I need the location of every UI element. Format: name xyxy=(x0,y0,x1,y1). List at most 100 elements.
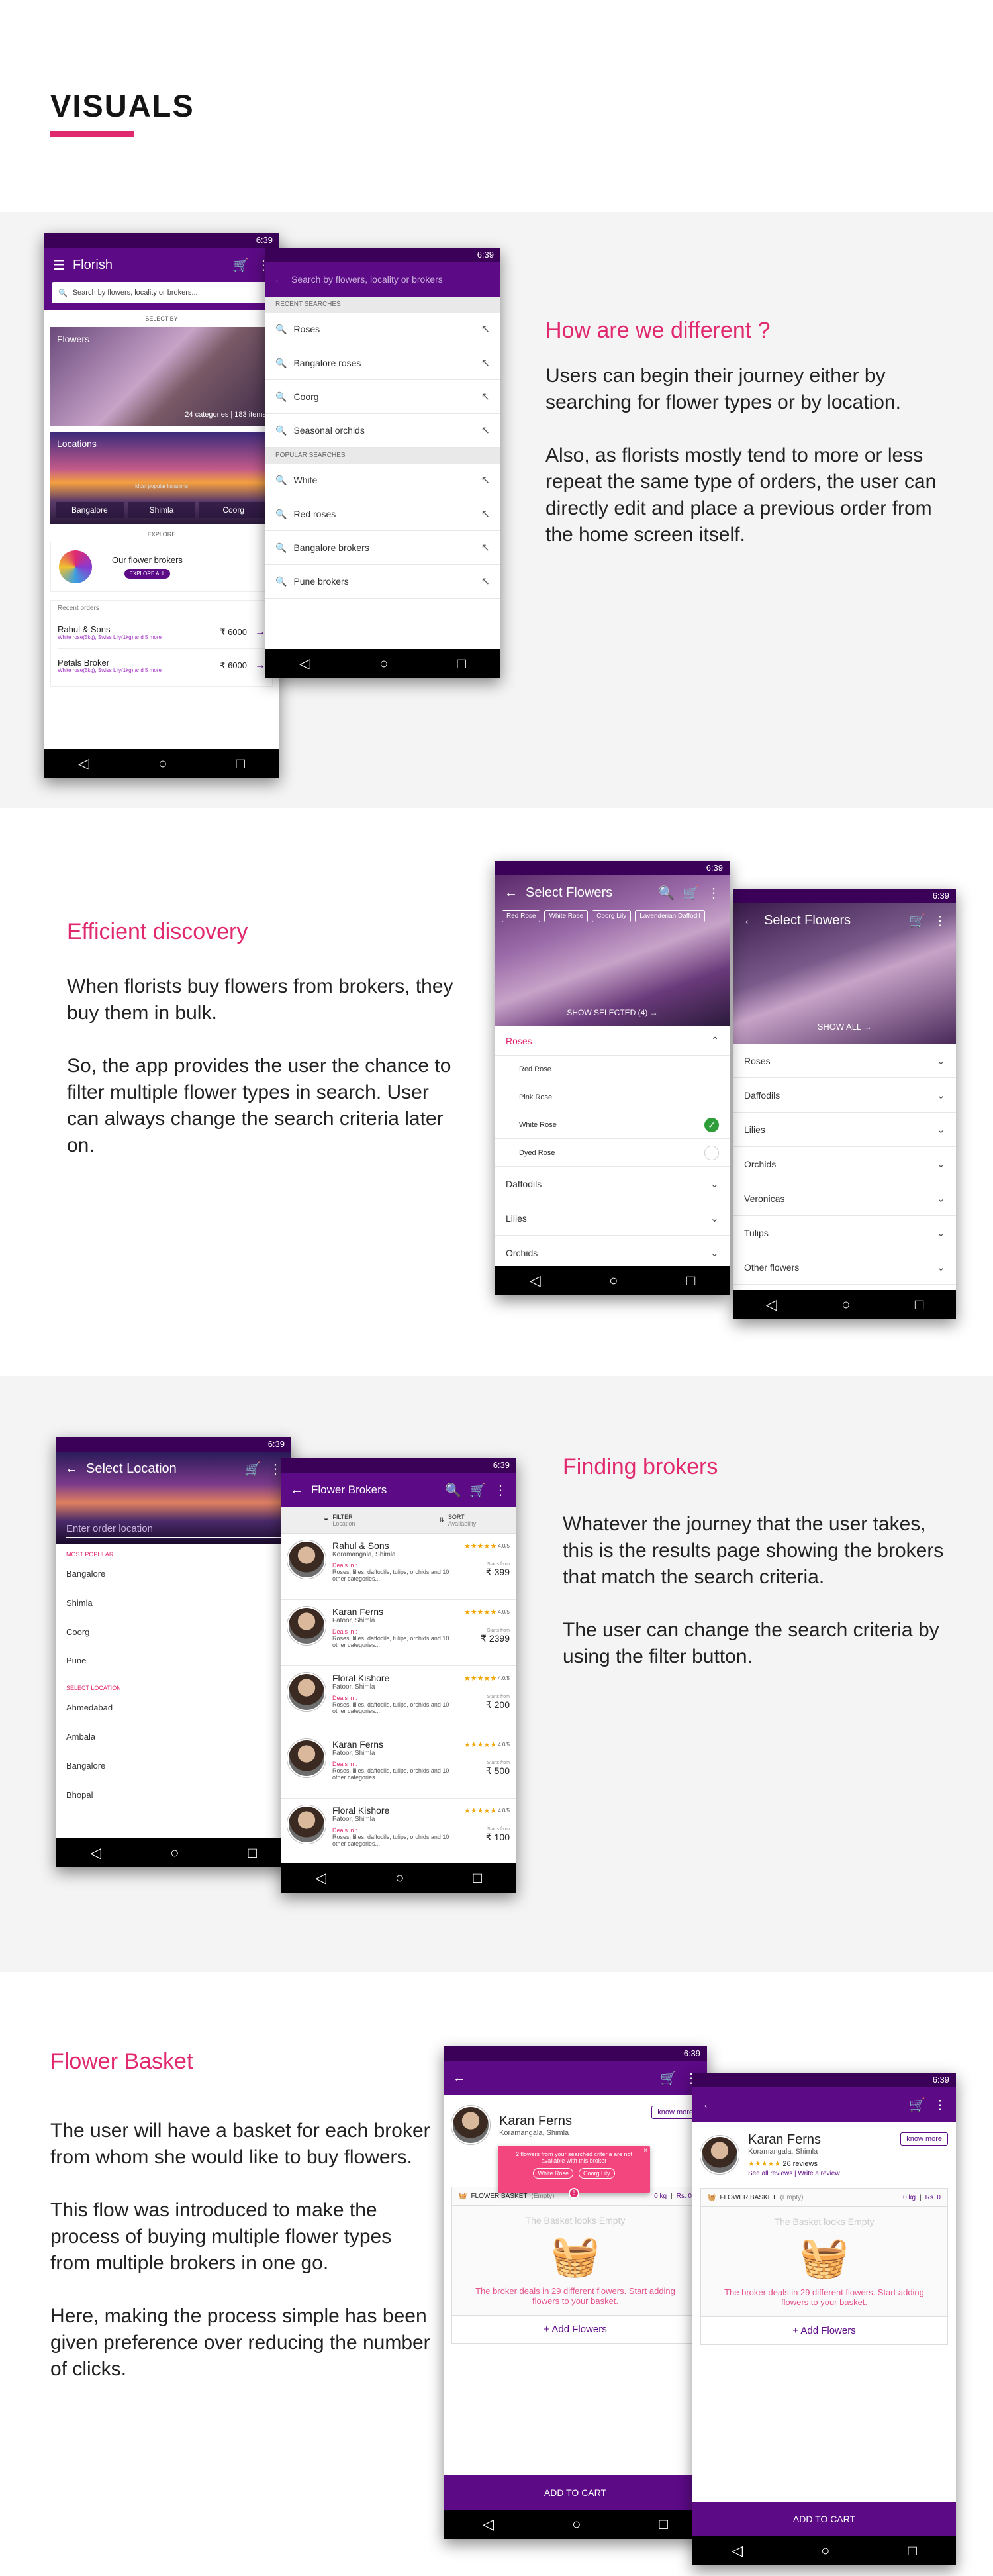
recents-nav-icon[interactable]: □ xyxy=(457,655,466,672)
broker-row[interactable]: Karan Ferns ★★★★★ 4.0/5 Fatoor, Shimla Deals… xyxy=(281,1732,516,1799)
search-item[interactable]: 🔍 White ↖ xyxy=(265,464,500,497)
back-arrow-icon[interactable]: ← xyxy=(743,913,756,928)
arrow-up-left-icon[interactable]: ↖ xyxy=(481,356,490,370)
back-arrow-icon[interactable]: ← xyxy=(702,2097,715,2112)
back-arrow-icon[interactable]: ← xyxy=(65,1461,78,1477)
arrow-right-icon[interactable]: → xyxy=(255,660,265,671)
flower-group-row[interactable]: Roses ⌄ xyxy=(733,1044,956,1078)
flowers-card[interactable]: Flowers 24 categories | 183 items xyxy=(50,327,273,426)
broker-row[interactable]: Rahul & Sons ★★★★★ 4.0/5 Koramangala, Shiml… xyxy=(281,1534,516,1600)
location-item[interactable]: Pune xyxy=(56,1646,291,1675)
arrow-up-left-icon[interactable]: ↖ xyxy=(481,390,490,403)
cart-icon[interactable]: 🛒 xyxy=(469,1482,486,1499)
broker-row[interactable]: Floral Kishore ★★★★★ 4.0/5 Fatoor, Shimla De… xyxy=(281,1666,516,1732)
more-icon[interactable]: ⋮ xyxy=(494,1482,507,1499)
know-more-button[interactable]: know more xyxy=(900,2132,948,2146)
home-nav-icon[interactable]: ○ xyxy=(609,1272,618,1289)
arrow-up-left-icon[interactable]: ↖ xyxy=(481,322,490,336)
search-icon[interactable]: 🔍 xyxy=(658,885,675,901)
flower-option[interactable]: Pink Rose xyxy=(495,1083,730,1111)
more-icon[interactable]: ⋮ xyxy=(269,1461,282,1477)
add-flowers-button[interactable]: + Add Flowers xyxy=(452,2315,698,2343)
home-nav-icon[interactable]: ○ xyxy=(170,1844,179,1861)
flower-group-row[interactable]: Veronicas ⌄ xyxy=(733,1181,956,1216)
back-nav-icon[interactable]: ◁ xyxy=(315,1869,326,1887)
arrow-up-left-icon[interactable]: ↖ xyxy=(481,575,490,588)
arrow-up-left-icon[interactable]: ↖ xyxy=(481,473,490,487)
location-item[interactable]: Coorg xyxy=(56,1617,291,1646)
order-row[interactable]: Petals Broker White rose(5kg), Swiss Lily… xyxy=(58,649,265,682)
home-nav-icon[interactable]: ○ xyxy=(395,1869,404,1887)
location-item[interactable]: Bangalore xyxy=(56,1559,291,1588)
search-field[interactable]: Search by flowers, locality or brokers xyxy=(291,274,491,285)
back-nav-icon[interactable]: ◁ xyxy=(530,1272,541,1289)
popup-chip[interactable]: White Rose xyxy=(533,2168,573,2179)
search-input[interactable]: 🔍 Search by flowers, locality or brokers.… xyxy=(52,282,271,303)
back-arrow-icon[interactable]: ← xyxy=(290,1483,303,1498)
add-flowers-button[interactable]: + Add Flowers xyxy=(701,2316,947,2344)
reviews-link[interactable]: See all reviews | Write a review xyxy=(748,2170,948,2177)
recents-nav-icon[interactable]: □ xyxy=(248,1844,257,1861)
recents-nav-icon[interactable]: □ xyxy=(908,2542,917,2559)
home-nav-icon[interactable]: ○ xyxy=(158,755,167,772)
more-icon[interactable]: ⋮ xyxy=(933,913,947,929)
broker-row[interactable]: Karan Ferns ★★★★★ 4.0/5 Fatoor, Shimla Deals… xyxy=(281,1600,516,1666)
search-item[interactable]: 🔍 Seasonal orchids ↖ xyxy=(265,414,500,448)
search-item[interactable]: 🔍 Bangalore roses ↖ xyxy=(265,346,500,380)
cart-icon[interactable]: 🛒 xyxy=(244,1461,261,1477)
search-item[interactable]: 🔍 Pune brokers ↖ xyxy=(265,565,500,599)
add-to-cart-button[interactable]: ADD TO CART xyxy=(692,2502,956,2536)
search-item[interactable]: 🔍 Red roses ↖ xyxy=(265,497,500,531)
more-icon[interactable]: ⋮ xyxy=(707,885,720,901)
arrow-right-icon[interactable]: → xyxy=(255,626,265,638)
arrow-up-left-icon[interactable]: ↖ xyxy=(481,541,490,554)
back-nav-icon[interactable]: ◁ xyxy=(299,655,310,672)
flower-chip[interactable]: Coorg Lily xyxy=(592,910,632,922)
info-icon[interactable]: ! xyxy=(569,2188,579,2199)
flower-chip[interactable]: White Rose xyxy=(544,910,589,922)
back-nav-icon[interactable]: ◁ xyxy=(483,2516,494,2533)
order-row[interactable]: Rahul & Sons White rose(5kg), Swiss Lily(… xyxy=(58,616,265,649)
radio-empty-icon[interactable] xyxy=(704,1145,719,1160)
menu-icon[interactable]: ☰ xyxy=(53,257,65,273)
flower-chip[interactable]: Red Rose xyxy=(502,910,541,922)
add-to-cart-button[interactable]: ADD TO CART xyxy=(444,2475,707,2510)
cart-icon[interactable]: 🛒 xyxy=(660,2070,677,2087)
back-nav-icon[interactable]: ◁ xyxy=(766,1296,777,1313)
arrow-up-left-icon[interactable]: ↖ xyxy=(481,507,490,520)
flower-group-row[interactable]: Lilies ⌄ xyxy=(733,1113,956,1147)
show-all-button[interactable]: SHOW ALL → xyxy=(733,1022,956,1032)
search-item[interactable]: 🔍 Roses ↖ xyxy=(265,313,500,346)
flower-option[interactable]: Dyed Rose xyxy=(495,1139,730,1167)
flower-group-row[interactable]: Lilies ⌄ xyxy=(495,1201,730,1236)
cart-icon[interactable]: 🛒 xyxy=(909,913,925,929)
sort-button[interactable]: ⇅ SORT Availability xyxy=(398,1507,517,1533)
more-icon[interactable]: ⋮ xyxy=(933,2097,947,2113)
location-input[interactable]: Enter order location xyxy=(66,1523,281,1538)
home-nav-icon[interactable]: ○ xyxy=(821,2542,829,2559)
flower-chip[interactable]: Lavenderian Daffodil xyxy=(635,910,705,922)
flower-option[interactable]: White Rose ✓ xyxy=(495,1111,730,1139)
location-item[interactable]: Ambala xyxy=(56,1722,291,1751)
back-arrow-icon[interactable]: ← xyxy=(453,2071,466,2086)
check-icon[interactable]: ✓ xyxy=(704,1117,719,1132)
locations-card[interactable]: Locations Most popular locations Bangalo… xyxy=(50,432,273,524)
search-bar[interactable]: ← Search by flowers, locality or brokers xyxy=(265,262,500,297)
recents-nav-icon[interactable]: □ xyxy=(686,1272,695,1289)
flower-group-row[interactable]: Daffodils ⌄ xyxy=(733,1078,956,1113)
flower-group-row[interactable]: Orchids ⌄ xyxy=(733,1147,956,1181)
search-item[interactable]: 🔍 Bangalore brokers ↖ xyxy=(265,531,500,565)
back-nav-icon[interactable]: ◁ xyxy=(78,755,89,772)
arrow-up-left-icon[interactable]: ↖ xyxy=(481,424,490,437)
flower-group-row[interactable]: Daffodils ⌄ xyxy=(495,1167,730,1201)
back-nav-icon[interactable]: ◁ xyxy=(732,2542,743,2559)
cart-icon[interactable]: 🛒 xyxy=(683,885,699,901)
location-item[interactable]: Ahmedabad xyxy=(56,1693,291,1722)
show-selected-button[interactable]: SHOW SELECTED (4) → xyxy=(495,1008,730,1017)
flower-group-row[interactable]: Orchids ⌄ xyxy=(495,1236,730,1270)
search-item[interactable]: 🔍 Coorg ↖ xyxy=(265,380,500,414)
close-icon[interactable]: × xyxy=(643,2147,647,2154)
home-nav-icon[interactable]: ○ xyxy=(572,2516,581,2533)
location-chip[interactable]: Bangalore xyxy=(56,502,124,518)
back-arrow-icon[interactable]: ← xyxy=(504,885,518,901)
